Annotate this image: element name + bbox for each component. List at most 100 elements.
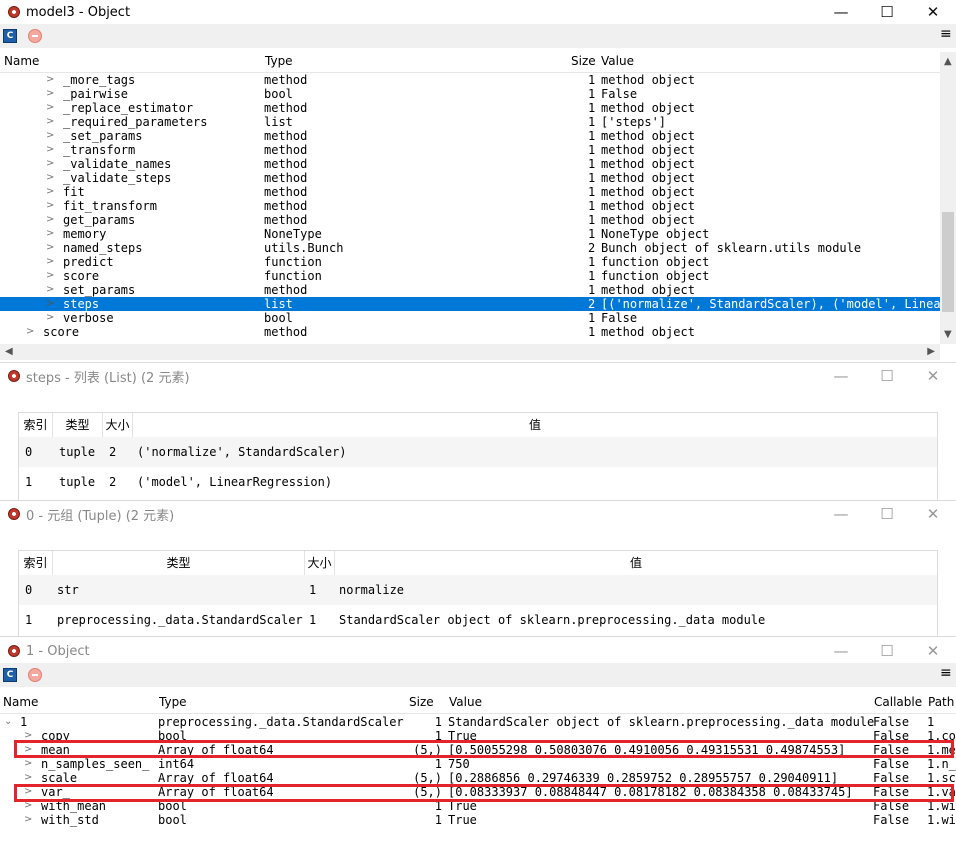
tree-row[interactable]: > _replace_estimator method 1 method object — [0, 101, 940, 115]
expand-chevron-icon[interactable]: > — [46, 171, 54, 185]
table-row[interactable]: 0 str 1 normalize — [19, 575, 937, 605]
collapse-chevron-icon[interactable]: ⌄ — [4, 715, 12, 729]
collections-button[interactable]: C — [3, 29, 17, 43]
horizontal-scrollbar[interactable]: ◀ ▶ — [0, 344, 940, 360]
tree-row[interactable]: > get_params method 1 method object — [0, 213, 940, 227]
maximize-button[interactable]: ☐ — [864, 0, 910, 24]
col-value[interactable]: Value — [449, 695, 482, 709]
minimize-button[interactable]: — — [818, 0, 864, 24]
cell-type: method — [264, 129, 308, 143]
minimize-button[interactable]: — — [818, 364, 864, 388]
col-value[interactable]: Value — [601, 54, 634, 68]
close-button[interactable]: ✕ — [910, 364, 956, 388]
maximize-button[interactable]: ☐ — [864, 639, 910, 663]
tree-row[interactable]: > _required_parameters list 1 ['steps'] — [0, 115, 940, 129]
col-path[interactable]: Path — [928, 695, 954, 709]
col-value[interactable]: 值 — [335, 551, 937, 575]
tree-row[interactable]: > n_samples_seen_ int64 1 750 False 1.n_sample… — [0, 757, 956, 771]
col-name[interactable]: Name — [3, 695, 38, 709]
tree-row[interactable]: > score function 1 function object — [0, 269, 940, 283]
tree-row[interactable]: > _pairwise bool 1 False — [0, 87, 940, 101]
tree-row[interactable]: > named_steps utils.Bunch 2 Bunch object of … — [0, 241, 940, 255]
tree-row[interactable]: > memory NoneType 1 NoneType object — [0, 227, 940, 241]
tree-row[interactable]: ⌄ 1 preprocessing._data.StandardScaler 1 Sta… — [0, 715, 956, 729]
cell-name: _set_params — [63, 129, 143, 143]
scroll-left-icon[interactable]: ◀ — [5, 346, 13, 357]
col-type[interactable]: 类型 — [53, 413, 103, 437]
expand-chevron-icon[interactable]: > — [46, 115, 54, 129]
minimize-button[interactable]: — — [818, 502, 864, 526]
expand-chevron-icon[interactable]: > — [46, 129, 54, 143]
col-name[interactable]: Name — [4, 54, 39, 68]
cell-name: with_std — [41, 813, 99, 827]
expand-chevron-icon[interactable]: > — [46, 143, 54, 157]
col-type[interactable]: 类型 — [53, 551, 305, 575]
col-index[interactable]: 索引 — [19, 413, 53, 437]
tree-row[interactable]: > _more_tags method 1 method object — [0, 73, 940, 87]
tree-row[interactable]: > fit_transform method 1 method object — [0, 199, 940, 213]
scroll-thumb[interactable] — [942, 212, 954, 312]
expand-chevron-icon[interactable]: > — [46, 185, 54, 199]
col-size[interactable]: 大小 — [103, 413, 133, 437]
vertical-scrollbar[interactable]: ▲ ▼ — [940, 52, 956, 344]
close-button[interactable]: ✕ — [910, 0, 956, 24]
tree-row[interactable]: > _set_params method 1 method object — [0, 129, 940, 143]
tree-row[interactable]: > verbose bool 1 False — [0, 311, 940, 325]
remove-icon[interactable] — [28, 29, 42, 43]
expand-chevron-icon[interactable]: > — [46, 297, 54, 311]
maximize-button[interactable]: ☐ — [864, 364, 910, 388]
col-size[interactable]: 大小 — [305, 551, 335, 575]
tree-row[interactable]: > set_params method 1 method object — [0, 283, 940, 297]
scroll-down-icon[interactable]: ▼ — [944, 329, 952, 340]
tree-row[interactable]: > score method 1 method object — [0, 325, 940, 339]
remove-icon[interactable] — [28, 668, 42, 682]
tree-row[interactable]: > scale_ Array of float64 (5,) [0.2886856 0.… — [0, 771, 956, 785]
expand-chevron-icon[interactable]: > — [46, 227, 54, 241]
scroll-right-icon[interactable]: ▶ — [927, 346, 935, 357]
close-button[interactable]: ✕ — [910, 639, 956, 663]
expand-chevron-icon[interactable]: > — [46, 73, 54, 87]
menu-icon[interactable]: ≡ — [940, 27, 952, 41]
expand-chevron-icon[interactable]: > — [46, 101, 54, 115]
cell-type: method — [264, 199, 308, 213]
expand-chevron-icon[interactable]: > — [24, 771, 32, 785]
cell-size: 1 — [588, 255, 596, 269]
table-row[interactable]: 1 preprocessing._data.StandardScaler 1 S… — [19, 605, 937, 635]
col-value[interactable]: 值 — [133, 413, 937, 437]
collections-button[interactable]: C — [3, 668, 17, 682]
expand-chevron-icon[interactable]: > — [46, 255, 54, 269]
expand-chevron-icon[interactable]: > — [46, 311, 54, 325]
tree-row[interactable]: > _validate_names method 1 method object — [0, 157, 940, 171]
cell-name: fit_transform — [63, 199, 157, 213]
expand-chevron-icon[interactable]: > — [46, 241, 54, 255]
close-button[interactable]: ✕ — [910, 502, 956, 526]
expand-chevron-icon[interactable]: > — [46, 157, 54, 171]
tree-row[interactable]: > steps list 2 [('normalize', StandardScaler… — [0, 297, 956, 311]
expand-chevron-icon[interactable]: > — [46, 87, 54, 101]
minimize-button[interactable]: — — [818, 639, 864, 663]
tree-row[interactable]: > fit method 1 method object — [0, 185, 940, 199]
expand-chevron-icon[interactable]: > — [26, 325, 34, 339]
tree-row[interactable]: > with_std bool 1 True False 1.with_std — [0, 813, 956, 827]
tree-row[interactable]: > predict function 1 function object — [0, 255, 940, 269]
col-size[interactable]: Size — [571, 54, 596, 68]
expand-chevron-icon[interactable]: > — [46, 283, 54, 297]
col-index[interactable]: 索引 — [19, 551, 53, 575]
menu-icon[interactable]: ≡ — [940, 666, 952, 680]
table-row[interactable]: 0 tuple 2 ('normalize', StandardScaler) — [19, 437, 937, 467]
tree-row[interactable]: > _validate_steps method 1 method object — [0, 171, 940, 185]
col-callable[interactable]: Callable — [874, 695, 922, 709]
cell-callable: False — [873, 813, 910, 827]
maximize-button[interactable]: ☐ — [864, 502, 910, 526]
col-type[interactable]: Type — [159, 695, 187, 709]
col-size[interactable]: Size — [409, 695, 434, 709]
tree-row[interactable]: > _transform method 1 method object — [0, 143, 940, 157]
col-type[interactable]: Type — [265, 54, 293, 68]
expand-chevron-icon[interactable]: > — [24, 757, 32, 771]
table-row[interactable]: 1 tuple 2 ('model', LinearRegression) — [19, 467, 937, 497]
expand-chevron-icon[interactable]: > — [46, 269, 54, 283]
expand-chevron-icon[interactable]: > — [24, 813, 32, 827]
expand-chevron-icon[interactable]: > — [46, 199, 54, 213]
scroll-up-icon[interactable]: ▲ — [944, 56, 952, 67]
expand-chevron-icon[interactable]: > — [46, 213, 54, 227]
